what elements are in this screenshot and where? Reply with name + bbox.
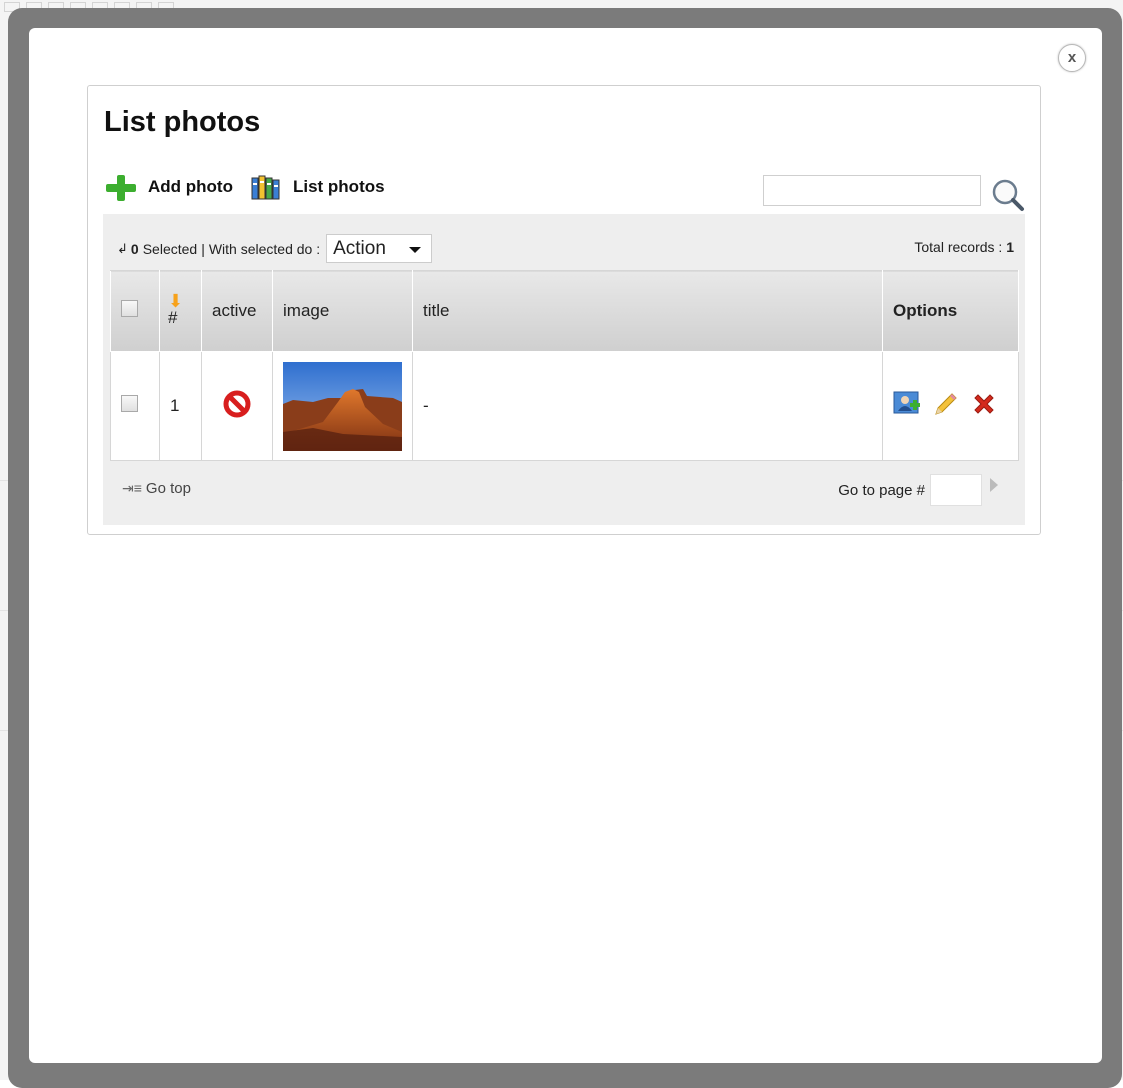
search-input[interactable] bbox=[763, 175, 981, 206]
delete-x-icon[interactable] bbox=[971, 391, 997, 422]
row-select-cell bbox=[110, 351, 160, 461]
row-id: 1 bbox=[159, 351, 202, 461]
list-photos-label: List photos bbox=[292, 177, 385, 196]
next-page-arrow-icon[interactable] bbox=[990, 478, 998, 492]
data-grid: ↲ 0 Selected | With selected do : Action… bbox=[103, 214, 1025, 525]
selected-count: 0 bbox=[130, 240, 139, 257]
page-number-input[interactable] bbox=[930, 474, 982, 506]
action-select[interactable]: Action bbox=[326, 234, 433, 263]
photos-table: ⬇ # active image title Options 1 - bbox=[110, 270, 1019, 461]
close-button[interactable]: x bbox=[1058, 44, 1086, 72]
table-header-row: ⬇ # active image title Options bbox=[110, 270, 1019, 352]
sort-arrow-icon: ⬇ bbox=[168, 291, 184, 311]
table-row: 1 - bbox=[110, 351, 1019, 461]
total-records-label: Total records : bbox=[914, 239, 1003, 255]
go-top-label: Go top bbox=[145, 480, 191, 497]
row-options-cell bbox=[882, 351, 1019, 461]
edit-pencil-icon[interactable] bbox=[933, 391, 959, 422]
options-header: Options bbox=[882, 270, 1019, 352]
list-photos-link[interactable]: List photos bbox=[251, 173, 385, 201]
photo-thumbnail[interactable] bbox=[283, 361, 402, 451]
plus-icon bbox=[106, 173, 136, 201]
image-header[interactable]: image bbox=[272, 270, 413, 352]
separator: | bbox=[201, 240, 205, 257]
title-header[interactable]: title bbox=[412, 270, 883, 352]
chevron-down-icon bbox=[409, 247, 422, 253]
view-photo-icon[interactable] bbox=[893, 391, 921, 422]
action-select-value: Action bbox=[333, 238, 386, 259]
list-photos-panel: List photos Add photo List photos ↲ 0 Se… bbox=[87, 85, 1041, 535]
add-photo-label: Add photo bbox=[148, 177, 233, 196]
go-top-icon: ⇥≡ bbox=[122, 480, 142, 496]
row-title: - bbox=[412, 351, 883, 461]
pagination: Go to page # bbox=[838, 474, 998, 506]
total-records-value: 1 bbox=[1006, 239, 1014, 255]
row-image-cell bbox=[272, 351, 413, 461]
with-selected-label: With selected do : bbox=[208, 240, 321, 257]
hash-header-label: # bbox=[168, 308, 178, 327]
select-all-header bbox=[110, 270, 160, 352]
page-title: List photos bbox=[104, 106, 261, 138]
action-nav: Add photo List photos bbox=[106, 173, 385, 201]
blocked-icon[interactable] bbox=[222, 390, 252, 423]
row-active-cell bbox=[201, 351, 273, 461]
select-all-checkbox[interactable] bbox=[121, 300, 138, 317]
row-checkbox[interactable] bbox=[121, 395, 138, 412]
selected-label: Selected bbox=[142, 240, 198, 257]
add-photo-link[interactable]: Add photo bbox=[106, 173, 233, 201]
total-records: Total records : 1 bbox=[914, 239, 1014, 255]
active-header[interactable]: active bbox=[201, 270, 273, 352]
search-icon[interactable] bbox=[991, 178, 1025, 212]
return-arrow-icon: ↲ bbox=[117, 240, 128, 256]
hash-header[interactable]: ⬇ # bbox=[159, 270, 202, 352]
go-top-link[interactable]: ⇥≡ Go top bbox=[122, 480, 191, 497]
bulk-actions-bar: ↲ 0 Selected | With selected do : Action bbox=[117, 234, 433, 263]
go-to-page-label: Go to page # bbox=[838, 481, 925, 499]
books-icon bbox=[251, 173, 281, 201]
